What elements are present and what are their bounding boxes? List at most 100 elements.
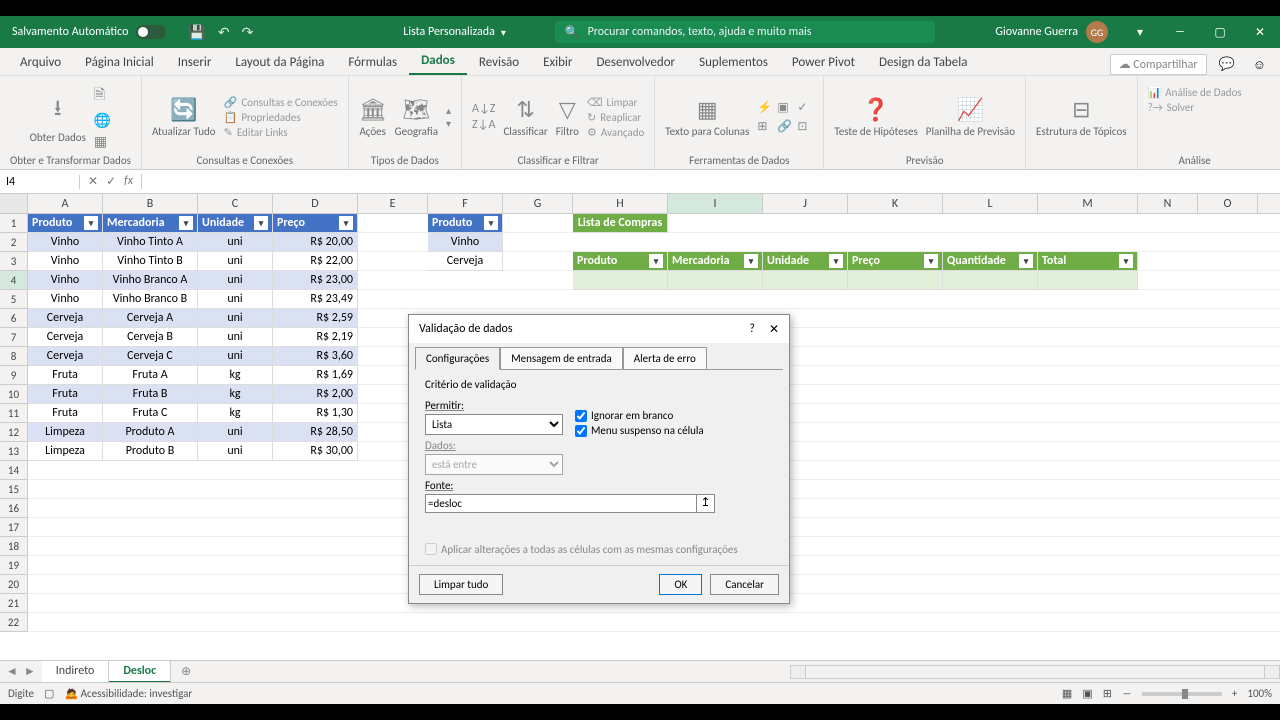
column-header[interactable]: B [103, 194, 198, 213]
row-header[interactable]: 21 [0, 594, 28, 613]
cell[interactable]: Vinho [28, 271, 103, 290]
range-picker-icon[interactable]: ↥ [696, 495, 714, 512]
next-sheet-icon[interactable]: ► [24, 664, 36, 679]
cell[interactable] [848, 271, 943, 290]
dropdown-checkbox[interactable]: Menu suspenso na célula [575, 424, 704, 437]
data-validation-icon[interactable]: ✓ [797, 100, 813, 115]
minimize-button[interactable]: ― [1160, 16, 1200, 48]
view-break-icon[interactable]: ⊞ [1103, 687, 1112, 700]
table-header[interactable]: Total▾ [1038, 252, 1138, 271]
cell[interactable]: Cerveja [28, 347, 103, 366]
cell[interactable]: Limpeza [28, 442, 103, 461]
filter-dropdown-icon[interactable]: ▾ [254, 216, 268, 230]
row-header[interactable]: 16 [0, 499, 28, 518]
cell[interactable]: Fruta [28, 404, 103, 423]
macro-icon[interactable]: ▢ [44, 687, 54, 700]
cell[interactable]: Vinho [28, 290, 103, 309]
cancel-button[interactable]: Cancelar [710, 574, 779, 595]
add-sheet-button[interactable]: ⊕ [171, 664, 201, 679]
edit-links-button[interactable]: ✎Editar Links [224, 126, 338, 139]
row-header[interactable]: 17 [0, 518, 28, 537]
cell[interactable]: R$ 1,30 [273, 404, 358, 423]
cell[interactable]: R$ 30,00 [273, 442, 358, 461]
close-button[interactable]: ✕ [1240, 16, 1280, 48]
cell[interactable]: R$ 20,00 [273, 233, 358, 252]
share-button[interactable]: ☁ Compartilhar [1110, 54, 1207, 75]
tab-página-inicial[interactable]: Página Inicial [73, 50, 166, 75]
cell[interactable]: R$ 1,69 [273, 366, 358, 385]
get-data-button[interactable]: ⭳Obter Dados [30, 91, 86, 144]
cell[interactable]: Fruta [28, 385, 103, 404]
tab-revisão[interactable]: Revisão [467, 50, 531, 75]
row-header[interactable]: 3 [0, 252, 28, 271]
properties-button[interactable]: 📋Propriedades [224, 111, 338, 124]
sheet-tab[interactable]: Indireto [42, 661, 110, 683]
row-header[interactable]: 1 [0, 214, 28, 233]
filter-dropdown-icon[interactable]: ▾ [924, 254, 938, 268]
filter-dropdown-icon[interactable]: ▾ [744, 254, 758, 268]
cell[interactable]: Fruta [28, 366, 103, 385]
cell[interactable]: uni [198, 290, 273, 309]
row-header[interactable]: 9 [0, 366, 28, 385]
ignore-blank-checkbox[interactable]: Ignorar em branco [575, 409, 704, 422]
table-header[interactable]: Quantidade▾ [943, 252, 1038, 271]
zoom-slider[interactable] [1142, 692, 1222, 696]
redo-icon[interactable]: ↷ [242, 24, 254, 41]
row-header[interactable]: 4 [0, 271, 28, 290]
from-table-icon[interactable]: ▦ [94, 133, 111, 150]
cell[interactable]: uni [198, 271, 273, 290]
horizontal-scrollbar[interactable] [790, 665, 1280, 679]
column-header[interactable]: C [198, 194, 273, 213]
cell[interactable] [668, 271, 763, 290]
cell[interactable]: R$ 3,60 [273, 347, 358, 366]
row-header[interactable]: 5 [0, 290, 28, 309]
cell[interactable]: Vinho Branco A [103, 271, 198, 290]
table-header[interactable]: Produto▾ [28, 214, 103, 233]
from-web-icon[interactable]: 🌐 [94, 112, 111, 129]
relationships-icon[interactable]: 🔗 [777, 119, 793, 134]
cell[interactable]: R$ 2,19 [273, 328, 358, 347]
tab-power-pivot[interactable]: Power Pivot [780, 50, 867, 75]
column-header[interactable]: E [358, 194, 428, 213]
table-header[interactable]: Mercadoria▾ [668, 252, 763, 271]
table-header[interactable]: Preço▾ [273, 214, 358, 233]
stocks-button[interactable]: 🏛Ações [359, 96, 387, 138]
queries-connections-button[interactable]: 🔗Consultas e Conexões [224, 96, 338, 109]
cell[interactable]: uni [198, 347, 273, 366]
dialog-tab[interactable]: Mensagem de entrada [500, 347, 623, 370]
clear-all-button[interactable]: Limpar tudo [419, 574, 503, 595]
filter-dropdown-icon[interactable]: ▾ [484, 216, 498, 230]
cell[interactable]: uni [198, 309, 273, 328]
cell[interactable]: R$ 22,00 [273, 252, 358, 271]
cell[interactable] [573, 271, 668, 290]
filter-dropdown-icon[interactable]: ▾ [84, 216, 98, 230]
accessibility-status[interactable]: 🙇 Acessibilidade: investigar [64, 687, 192, 700]
tab-design-da-tabela[interactable]: Design da Tabela [867, 50, 979, 75]
source-input[interactable] [426, 495, 696, 512]
filter-button[interactable]: ▽Filtro [556, 96, 579, 138]
dialog-tab[interactable]: Alerta de erro [623, 347, 707, 370]
search-box[interactable]: 🔍 Procurar comandos, texto, ajuda e muit… [555, 21, 935, 43]
cell[interactable]: Cerveja [428, 252, 503, 271]
column-header[interactable]: N [1138, 194, 1198, 213]
autosave-toggle[interactable] [136, 25, 166, 39]
zoom-level[interactable]: 100% [1247, 687, 1272, 700]
cell[interactable]: uni [198, 423, 273, 442]
advanced-button[interactable]: ⚙Avançado [587, 126, 644, 139]
column-header[interactable]: I [668, 194, 763, 213]
cell[interactable]: R$ 23,49 [273, 290, 358, 309]
doc-name[interactable]: Lista Personalizada [403, 25, 495, 39]
cancel-formula-icon[interactable]: ✕ [88, 174, 98, 189]
clear-filter-button[interactable]: ⌫Limpar [587, 96, 644, 109]
cell[interactable]: Cerveja B [103, 328, 198, 347]
reapply-button[interactable]: ↻Reaplicar [587, 111, 644, 124]
tab-arquivo[interactable]: Arquivo [8, 50, 73, 75]
view-normal-icon[interactable]: ▦ [1062, 687, 1072, 700]
sheet-tab[interactable]: Desloc [109, 661, 171, 683]
cell[interactable]: Fruta B [103, 385, 198, 404]
cell[interactable]: Fruta A [103, 366, 198, 385]
row-header[interactable]: 18 [0, 537, 28, 556]
whatif-button[interactable]: ❓Teste de Hipóteses [834, 96, 917, 138]
maximize-button[interactable]: ▢ [1200, 16, 1240, 48]
zoom-out-icon[interactable]: ― [1122, 687, 1132, 700]
